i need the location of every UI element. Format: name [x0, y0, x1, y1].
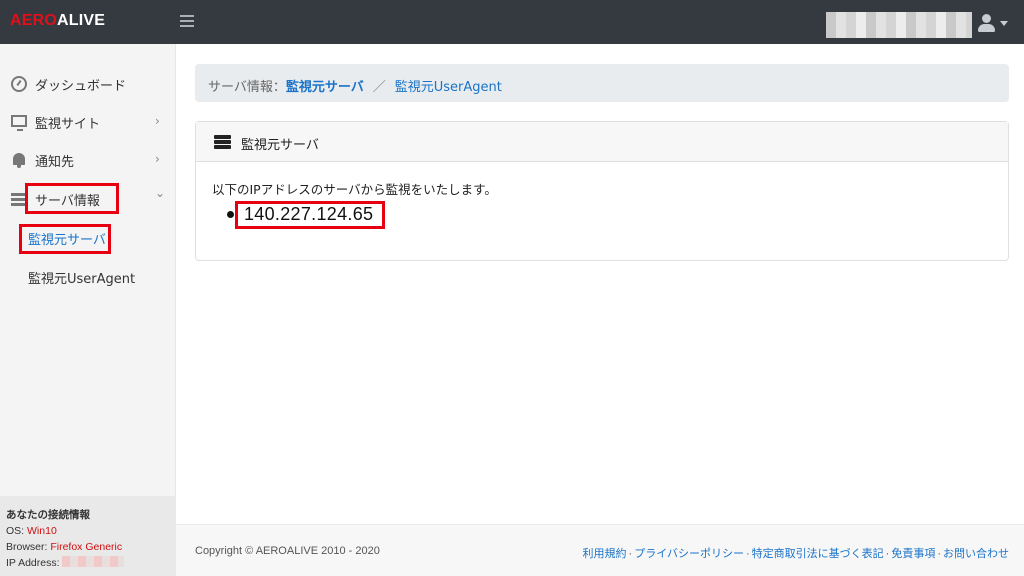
footer-link-commerce-law[interactable]: 特定商取引法に基づく表記 [752, 548, 884, 560]
highlight-box-source-server [19, 224, 111, 254]
user-icon [982, 14, 991, 23]
user-menu-button[interactable] [978, 12, 1014, 34]
monitor-icon [11, 115, 27, 131]
caret-down-icon [1000, 21, 1008, 26]
os-value: Win10 [27, 525, 57, 537]
browser-value: Firefox Generic [50, 541, 123, 553]
breadcrumb-section: サーバ情報： [208, 80, 286, 95]
sidebar-subitem-source-useragent[interactable]: 監視元UserAgent [28, 268, 135, 287]
list-bullet [227, 211, 234, 218]
sidebar: ダッシュボード 監視サイト › 通知先 › サーバ情報 ⌄ 監視元サーバ 監視元… [0, 44, 176, 576]
chevron-down-icon: ⌄ [155, 186, 166, 200]
hamburger-menu-icon[interactable] [180, 13, 194, 29]
card-title: 監視元サーバ [241, 138, 319, 153]
footer-link-contact[interactable]: お問い合わせ [943, 548, 1009, 560]
chevron-right-icon: › [155, 114, 160, 128]
bell-icon [13, 153, 25, 168]
ip-row: IP Address: [6, 555, 170, 571]
footer-link-terms[interactable]: 利用規約 [583, 548, 627, 560]
sidebar-item-label: ダッシュボード [35, 79, 127, 94]
chevron-right-icon: › [155, 152, 160, 166]
card-description: 以下のIPアドレスのサーバから監視をいたします。 [212, 182, 497, 197]
connection-info-panel: あなたの接続情報 OS: Win10 Browser: Firefox Gene… [0, 496, 176, 576]
server-icon [214, 135, 231, 150]
breadcrumb-current: 監視元サーバ [285, 80, 364, 95]
sidebar-item-label: 監視サイト [35, 117, 101, 132]
sidebar-item-monitored-sites[interactable]: 監視サイト › [0, 107, 176, 137]
connection-info-title: あなたの接続情報 [6, 509, 90, 521]
copyright: Copyright © AEROALIVE 2010 - 2020 [195, 545, 380, 557]
footer-link-disclaimer[interactable]: 免責事項 [891, 548, 935, 560]
breadcrumb-separator: ／ [372, 80, 386, 95]
logo-part-aero: AERO [10, 12, 58, 29]
top-navbar: AEROALIVE [0, 0, 1024, 44]
highlight-box-server-info [25, 183, 119, 214]
logo-part-alive: ALIVE [57, 12, 106, 29]
main-content: サーバ情報：監視元サーバ／監視元UserAgent 監視元サーバ 以下のIPアド… [176, 44, 1024, 524]
highlight-box-ip [235, 201, 385, 229]
footer-link-privacy[interactable]: プライバシーポリシー [634, 548, 744, 560]
sidebar-item-dashboard[interactable]: ダッシュボード [0, 69, 176, 99]
source-server-card: 監視元サーバ 以下のIPアドレスのサーバから監視をいたします。 140.227.… [195, 121, 1009, 261]
browser-row: Browser: Firefox Generic [6, 541, 123, 553]
card-header: 監視元サーバ [196, 122, 1008, 162]
footer: Copyright © AEROALIVE 2010 - 2020 利用規約 · プ… [176, 524, 1024, 576]
breadcrumb-link-useragent[interactable]: 監視元UserAgent [395, 80, 502, 95]
ip-value-redacted [62, 556, 125, 567]
os-row: OS: Win10 [6, 525, 57, 537]
footer-links: 利用規約 · プライバシーポリシー · 特定商取引法に基づく表記 · 免責事項 · お問い合わせ [582, 548, 1009, 560]
user-name-redacted [826, 12, 972, 38]
breadcrumb: サーバ情報：監視元サーバ ／ 監視元UserAgent [195, 64, 1009, 102]
sidebar-item-notifications[interactable]: 通知先 › [0, 145, 176, 175]
sidebar-item-label: 通知先 [35, 155, 75, 170]
dashboard-icon [11, 76, 27, 92]
app-logo[interactable]: AEROALIVE [10, 12, 105, 30]
